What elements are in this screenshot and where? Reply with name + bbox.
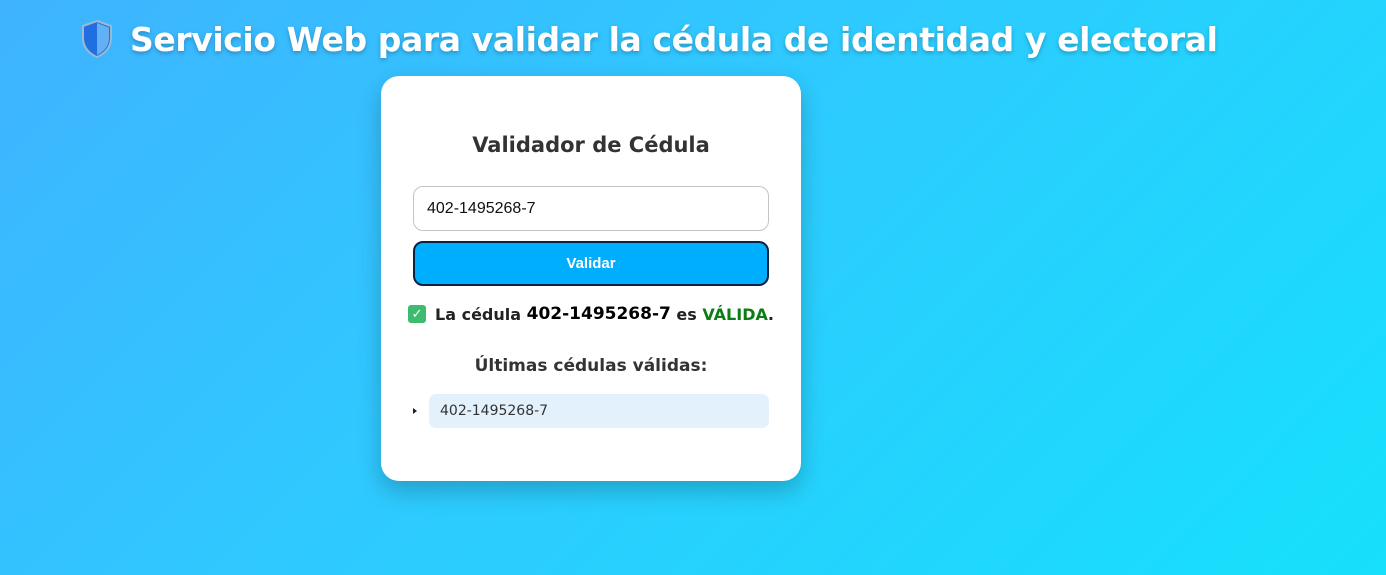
list-item-text: 402-1495268-7 (440, 403, 549, 419)
result-cedula-number: 402-1495268-7 (526, 304, 671, 324)
cedula-input[interactable] (413, 186, 769, 231)
page-title: Servicio Web para validar la cédula de i… (130, 19, 1218, 59)
shield-icon (82, 19, 112, 59)
result-status: VÁLIDA (702, 304, 768, 324)
list-item: 402-1495268-7 (413, 394, 769, 428)
result-prefix: La cédula (435, 304, 527, 324)
recent-valid-title: Últimas cédulas válidas: (474, 356, 708, 376)
page-header: Servicio Web para validar la cédula de i… (80, 18, 1218, 60)
check-icon: ✓ (408, 305, 427, 323)
card-title: Validador de Cédula (472, 133, 710, 157)
recent-valid-list: 402-1495268-7 (413, 394, 769, 428)
validator-card: Validador de Cédula Validar ✓ La cédula 4… (381, 76, 801, 481)
bullet-icon (413, 408, 417, 414)
validate-button[interactable]: Validar (413, 241, 769, 286)
validation-result: ✓ La cédula 402-1495268-7 es VÁLIDA. (381, 304, 801, 324)
result-suffix: . (767, 304, 774, 324)
result-middle: es (670, 304, 703, 324)
